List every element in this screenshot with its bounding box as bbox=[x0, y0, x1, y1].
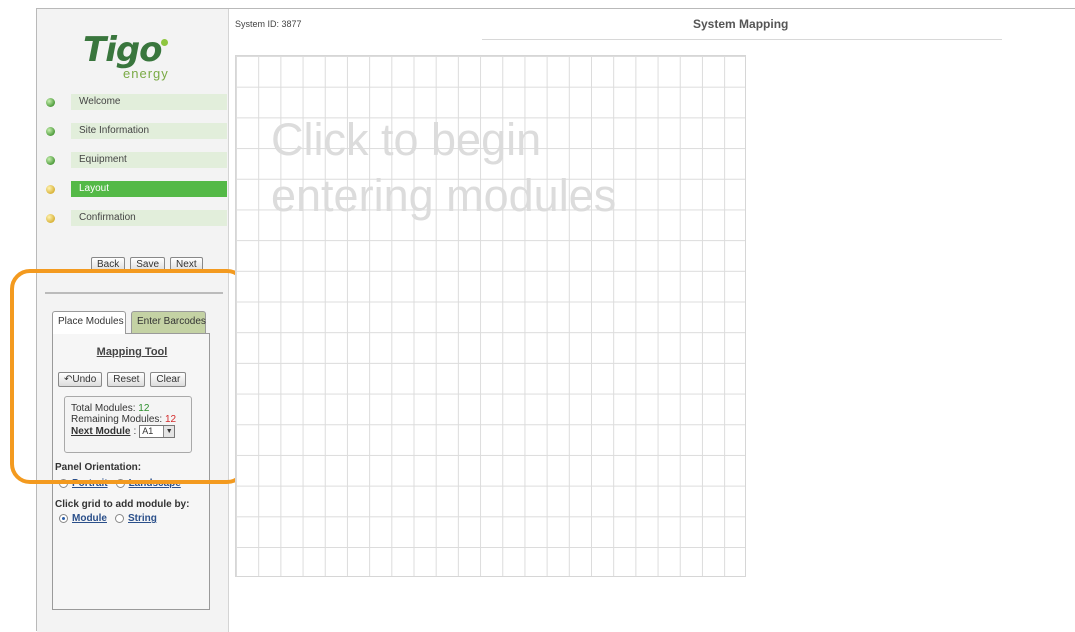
clear-button[interactable]: Clear bbox=[150, 372, 187, 387]
string-option-label[interactable]: String bbox=[128, 513, 157, 524]
logo-tagline: energy bbox=[123, 66, 169, 81]
reset-button[interactable]: Reset bbox=[107, 372, 146, 387]
panel-orientation-options: Portrait Landscape bbox=[59, 478, 185, 489]
tab-place-modules[interactable]: Place Modules bbox=[52, 311, 126, 334]
system-id: System ID: 3877 bbox=[235, 19, 302, 29]
save-button[interactable]: Save bbox=[130, 257, 166, 272]
wizard-nav: Back Save Next bbox=[91, 257, 203, 272]
step-confirmation[interactable]: Confirmation bbox=[37, 210, 229, 226]
sidebar-divider bbox=[45, 292, 223, 294]
chevron-down-icon: ▼ bbox=[163, 426, 175, 437]
step-label: Site Information bbox=[71, 123, 227, 139]
panel-orientation-label: Panel Orientation: bbox=[55, 462, 142, 473]
total-modules-row: Total Modules: 12 bbox=[71, 403, 191, 414]
step-complete-icon bbox=[46, 98, 55, 107]
remaining-modules-row: Remaining Modules: 12 bbox=[71, 414, 191, 425]
step-label: Equipment bbox=[71, 152, 227, 168]
step-pending-icon bbox=[46, 214, 55, 223]
step-welcome[interactable]: Welcome bbox=[37, 94, 229, 110]
remaining-modules-value: 12 bbox=[164, 414, 177, 425]
grid-prompt: Click to begin entering modules bbox=[271, 114, 617, 221]
module-counts-box: Total Modules: 12 Remaining Modules: 12 … bbox=[64, 396, 192, 453]
step-complete-icon bbox=[46, 127, 55, 136]
back-button[interactable]: Back bbox=[91, 257, 126, 272]
step-layout[interactable]: Layout bbox=[37, 181, 229, 197]
landscape-label[interactable]: Landscape bbox=[129, 478, 181, 489]
mapping-tool-buttons: ↶Undo Reset Clear bbox=[58, 372, 187, 387]
step-label: Confirmation bbox=[71, 210, 227, 226]
logo-dot bbox=[161, 39, 168, 46]
click-by-label: Click grid to add module by: bbox=[55, 499, 190, 510]
mapping-tool-title: Mapping Tool bbox=[96, 346, 168, 358]
next-module-value: A1 bbox=[142, 426, 154, 436]
next-module-select[interactable]: A1 ▼ bbox=[139, 425, 176, 438]
tigo-logo: Tigo energy bbox=[83, 33, 183, 83]
remaining-modules-label: Remaining Modules: bbox=[71, 414, 163, 425]
total-modules-label: Total Modules: bbox=[71, 403, 136, 414]
step-label: Layout bbox=[71, 181, 227, 197]
undo-button[interactable]: ↶Undo bbox=[58, 372, 103, 387]
tab-enter-barcodes[interactable]: Enter Barcodes bbox=[131, 311, 206, 333]
portrait-radio[interactable] bbox=[59, 479, 68, 488]
landscape-radio[interactable] bbox=[115, 479, 125, 488]
next-module-label: Next Module bbox=[71, 426, 131, 437]
title-divider bbox=[482, 39, 1002, 40]
portrait-label[interactable]: Portrait bbox=[72, 478, 108, 489]
string-radio[interactable] bbox=[115, 514, 124, 523]
step-complete-icon bbox=[46, 156, 55, 165]
step-equipment[interactable]: Equipment bbox=[37, 152, 229, 168]
total-modules-value: 12 bbox=[138, 403, 150, 414]
click-by-options: Module String bbox=[59, 513, 161, 524]
next-button[interactable]: Next bbox=[170, 257, 203, 272]
step-label: Welcome bbox=[71, 94, 227, 110]
logo-wordmark: Tigo bbox=[83, 30, 163, 70]
next-module-row: Next Module: A1 ▼ bbox=[71, 425, 191, 438]
page-title: System Mapping bbox=[693, 17, 789, 31]
step-site-information[interactable]: Site Information bbox=[37, 123, 229, 139]
step-current-icon bbox=[46, 185, 55, 194]
undo-label: Undo bbox=[72, 374, 97, 385]
sidebar: Tigo energy Welcome Site Information Equ… bbox=[37, 9, 229, 632]
module-radio[interactable] bbox=[59, 514, 68, 523]
module-option-label[interactable]: Module bbox=[72, 513, 107, 524]
